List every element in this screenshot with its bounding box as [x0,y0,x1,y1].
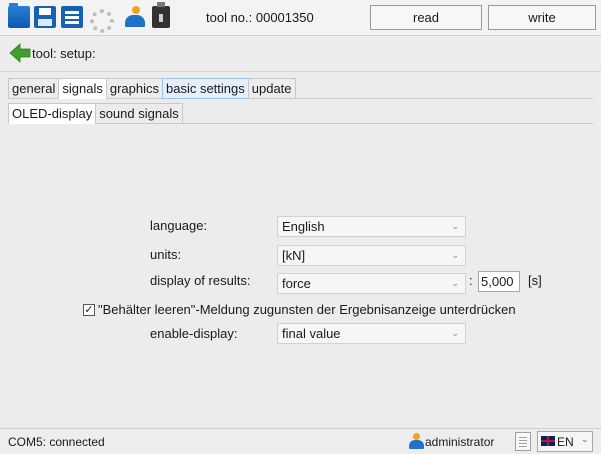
units-value: [kN] [282,248,306,263]
tab-sound-signals[interactable]: sound signals [95,103,183,124]
user-name: administrator [425,435,495,449]
language-label: language: [150,218,208,233]
sub-tabs: OLED-display sound signals [8,103,183,124]
tab-signals[interactable]: signals [58,78,106,99]
tab-basic-settings[interactable]: basic settings [161,78,248,99]
back-arrow-icon[interactable] [9,43,31,63]
tool-number: tool no.: 00001350 [206,10,314,25]
connection-status: COM5: connected [8,435,105,449]
enable-display-select[interactable]: final value ⌄ [277,323,466,344]
read-button[interactable]: read [370,5,482,30]
tab-general[interactable]: general [8,78,59,99]
results-select[interactable]: force ⌄ [277,273,466,294]
chevron-down-icon: ⌄ [451,328,459,338]
results-colon: : [469,273,473,288]
language-code: EN [557,435,574,449]
print-icon[interactable] [61,6,83,28]
tab-graphics[interactable]: graphics [105,78,162,99]
chevron-down-icon: ⌄ [451,221,459,231]
units-label: units: [150,247,182,262]
chevron-down-icon: ⌄ [581,434,589,444]
document-icon[interactable] [515,432,531,451]
enable-display-label: enable-display: [150,326,238,341]
language-value: English [282,219,325,234]
write-button[interactable]: write [488,5,596,30]
results-value: force [282,276,311,291]
tab-oled-display[interactable]: OLED-display [8,103,96,124]
folder-icon[interactable] [8,3,30,28]
enable-display-value: final value [282,326,341,341]
usb-icon[interactable] [152,2,170,28]
uk-flag-icon [541,436,555,446]
chevron-down-icon: ⌄ [451,250,459,260]
users-icon[interactable] [124,6,146,28]
tab-update[interactable]: update [247,78,296,99]
settings-gear-icon[interactable] [87,6,114,33]
suppress-message-label: "Behälter leeren"-Meldung zugunsten der … [98,302,516,317]
breadcrumb-text: tool: setup: [32,46,96,61]
language-select[interactable]: English ⌄ [277,216,466,237]
results-label: display of results: [150,273,251,288]
results-time-input[interactable]: 5,000 [478,271,520,292]
user-icon [408,433,424,449]
save-icon[interactable] [34,6,56,28]
suppress-message-checkbox[interactable]: ✓ [83,304,95,316]
chevron-down-icon: ⌄ [451,278,459,288]
results-unit: [s] [528,273,542,288]
units-select[interactable]: [kN] ⌄ [277,245,466,266]
main-tabs: general signals graphics basic settings … [8,78,296,99]
